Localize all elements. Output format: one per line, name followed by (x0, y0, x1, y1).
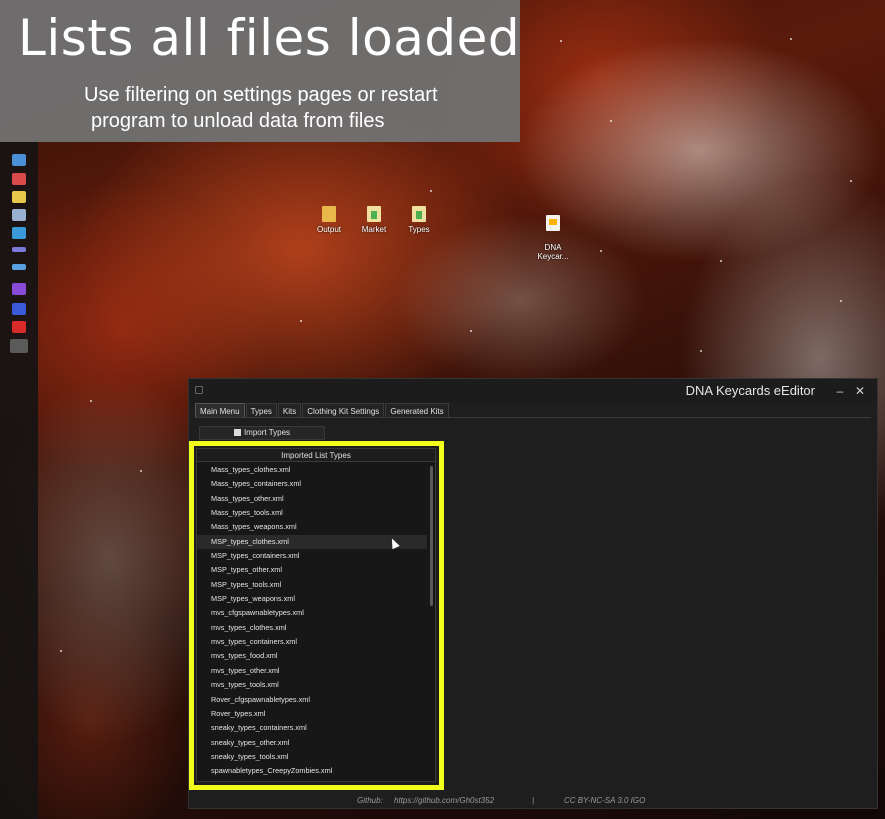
taskbar-app-icon[interactable] (10, 339, 28, 353)
desktop-icon-dna-keycards[interactable]: DNA Keycar... (531, 206, 575, 261)
star (720, 260, 722, 262)
star (790, 38, 792, 40)
taskbar-app-icon[interactable] (12, 154, 26, 166)
imported-list-panel: Imported List Types Mass_types_clothes.x… (196, 448, 436, 782)
tab-main-menu[interactable]: Main Menu (195, 403, 245, 418)
desktop-icon-label: Market (361, 225, 387, 234)
taskbar-app-icon[interactable] (12, 227, 26, 239)
footer: Github: https://github.com/Gh0st352 | CC… (189, 793, 877, 808)
folder-sheet-icon (367, 206, 381, 222)
taskbar-app-icon[interactable] (12, 191, 26, 203)
star (90, 400, 92, 402)
annotation-banner: Lists all files loaded Use filtering on … (0, 0, 520, 142)
star (470, 330, 472, 332)
desktop-icon-label: Types (408, 225, 430, 234)
desktop-icon-label: Output (316, 225, 341, 234)
github-label: Github: (357, 796, 383, 805)
desktop-icon-types[interactable]: Types (397, 206, 441, 234)
taskbar-app-icon[interactable] (12, 173, 26, 185)
star (60, 650, 62, 652)
banner-subtitle-line: Use filtering on settings pages or resta… (84, 84, 438, 106)
tab-types[interactable]: Types (245, 403, 277, 418)
taskbar-app-icon[interactable] (12, 303, 26, 315)
import-types-button[interactable]: Import Types (199, 426, 325, 440)
star (700, 350, 702, 352)
folder-icon (322, 206, 336, 222)
taskbar-app-icon[interactable] (12, 283, 26, 295)
desktop-icon-market[interactable]: Market (352, 206, 396, 234)
star (300, 320, 302, 322)
desktop-icon-output[interactable]: Output (307, 206, 351, 234)
star (840, 300, 842, 302)
star (610, 120, 612, 122)
list-item[interactable]: mvs_types_clothes.xml (197, 621, 427, 635)
taskbar-app-icon[interactable] (12, 209, 26, 221)
list-item[interactable]: sneaky_types_tools.xml (197, 750, 427, 764)
app-window: DNA Keycards eEditor – ✕ Main Menu Types… (188, 378, 878, 809)
minimize-button[interactable]: – (831, 382, 849, 400)
star (430, 190, 432, 192)
app-icon (195, 386, 203, 394)
file-icon (233, 429, 241, 436)
list-item[interactable]: mvs_types_food.xml (197, 649, 427, 663)
list-item[interactable]: Rover_cfgspawnabletypes.xml (197, 693, 427, 707)
banner-subtitle-line: program to unload data from files (91, 110, 385, 132)
star (850, 180, 852, 182)
star (140, 470, 142, 472)
list-header: Imported List Types (197, 449, 435, 462)
list-item[interactable]: spawnabletypes_CreepyZombies.xml (197, 764, 427, 778)
footer-separator: | (532, 796, 535, 805)
list-item[interactable]: sneaky_types_other.xml (197, 736, 427, 750)
close-button[interactable]: ✕ (851, 382, 869, 400)
tab-bar: Main Menu Types Kits Clothing Kit Settin… (195, 403, 450, 418)
imported-files-list[interactable]: Mass_types_clothes.xml Mass_types_contain… (197, 463, 427, 781)
folder-sheet-icon (412, 206, 426, 222)
list-item[interactable]: Mass_types_other.xml (197, 492, 427, 506)
banner-title: Lists all files loaded (18, 9, 521, 67)
list-item[interactable]: mvs_cfgspawnabletypes.xml (197, 606, 427, 620)
star (600, 250, 602, 252)
import-types-label: Import Types (243, 428, 291, 437)
title-bar[interactable]: DNA Keycards eEditor – ✕ (189, 379, 877, 403)
list-item[interactable]: MSP_types_tools.xml (197, 578, 427, 592)
window-title: DNA Keycards eEditor (685, 383, 815, 398)
list-item[interactable]: mvs_types_other.xml (197, 664, 427, 678)
list-item[interactable]: MSP_types_other.xml (197, 563, 427, 577)
tab-divider (195, 417, 871, 418)
github-link[interactable]: https://github.com/Gh0st352 (394, 796, 494, 805)
license-text: CC BY-NC-SA 3.0 IGO (564, 796, 646, 805)
star (560, 40, 562, 42)
tab-kits[interactable]: Kits (277, 403, 302, 418)
list-item[interactable]: Rover_types.xml (197, 707, 427, 721)
tab-clothing-kit-settings[interactable]: Clothing Kit Settings (302, 403, 385, 418)
list-item[interactable]: sneaky_types_containers.xml (197, 721, 427, 735)
taskbar-app-icon[interactable] (12, 321, 26, 333)
app-doc-icon (546, 215, 560, 231)
taskbar-app-icon[interactable] (12, 264, 26, 270)
list-item[interactable]: mvs_types_containers.xml (197, 635, 427, 649)
tab-generated-kits[interactable]: Generated Kits (385, 403, 449, 418)
taskbar (0, 140, 38, 819)
list-scrollbar[interactable] (430, 466, 433, 606)
list-item[interactable]: MSP_types_weapons.xml (197, 592, 427, 606)
list-item[interactable]: MSP_types_containers.xml (197, 549, 427, 563)
list-item[interactable]: Mass_types_clothes.xml (197, 463, 427, 477)
taskbar-app-icon[interactable] (12, 247, 26, 252)
banner-subtitle: Use filtering on settings pages or resta… (84, 82, 504, 134)
list-item[interactable]: Mass_types_containers.xml (197, 477, 427, 491)
list-item[interactable]: Mass_types_weapons.xml (197, 520, 427, 534)
list-item[interactable]: Mass_types_tools.xml (197, 506, 427, 520)
desktop-icon-label: DNA Keycar... (537, 243, 569, 261)
list-item[interactable]: mvs_types_tools.xml (197, 678, 427, 692)
